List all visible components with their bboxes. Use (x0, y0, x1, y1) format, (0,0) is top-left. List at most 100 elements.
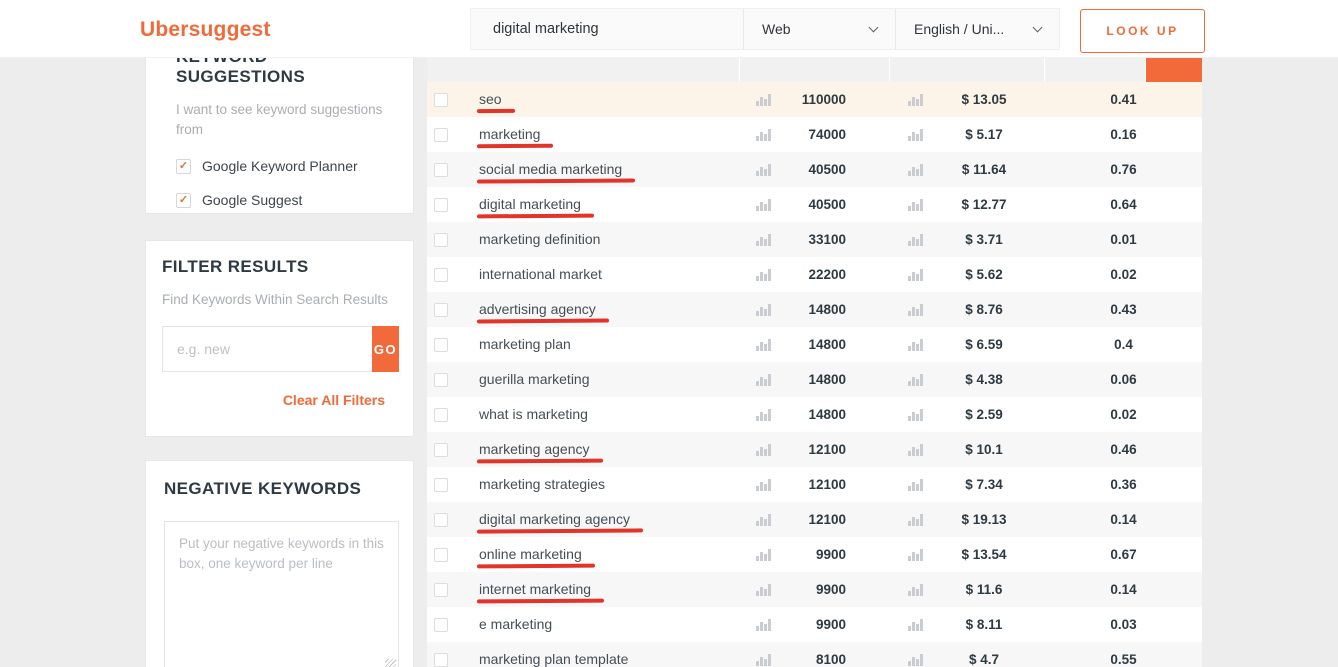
volume-chart-icon[interactable] (756, 548, 771, 561)
volume-chart-icon[interactable] (756, 373, 771, 386)
row-checkbox[interactable] (434, 198, 448, 212)
keyword-link[interactable]: marketing definition (479, 231, 600, 247)
row-checkbox[interactable] (434, 233, 448, 247)
clear-all-filters-link[interactable]: Clear All Filters (162, 392, 399, 408)
cpc-chart-icon[interactable] (908, 548, 923, 561)
row-checkbox[interactable] (434, 373, 448, 387)
volume-chart-icon[interactable] (756, 163, 771, 176)
volume-cell: 110000 (740, 92, 890, 107)
keyword-link[interactable]: online marketing (479, 546, 582, 562)
checkbox-checked-icon[interactable]: ✓ (176, 159, 191, 174)
row-checkbox[interactable] (434, 408, 448, 422)
row-checkbox-cell (427, 408, 457, 422)
keyword-link[interactable]: internet marketing (479, 581, 591, 597)
row-checkbox[interactable] (434, 303, 448, 317)
filter-input-row: GO (162, 326, 399, 372)
volume-chart-icon[interactable] (756, 93, 771, 106)
row-checkbox[interactable] (434, 128, 448, 142)
cpc-cell: $ 3.71 (890, 232, 1045, 247)
volume-chart-icon[interactable] (756, 233, 771, 246)
cpc-chart-icon[interactable] (908, 303, 923, 316)
row-checkbox[interactable] (434, 93, 448, 107)
option-google-keyword-planner[interactable]: ✓ Google Keyword Planner (176, 158, 385, 174)
keyword-cell: seo (457, 91, 740, 109)
language-dropdown[interactable]: English / Uni... (895, 9, 1059, 49)
table-row: online marketing 9900 $ 13.54 0.67 (427, 537, 1202, 572)
cpc-chart-icon[interactable] (908, 163, 923, 176)
cpc-chart-icon[interactable] (908, 653, 923, 666)
volume-chart-icon[interactable] (756, 408, 771, 421)
keyword-link[interactable]: digital marketing agency (479, 511, 630, 527)
volume-chart-icon[interactable] (756, 198, 771, 211)
volume-cell: 8100 (740, 652, 890, 667)
row-checkbox[interactable] (434, 443, 448, 457)
checkbox-checked-icon[interactable]: ✓ (176, 193, 191, 208)
row-checkbox[interactable] (434, 618, 448, 632)
row-checkbox[interactable] (434, 478, 448, 492)
row-checkbox[interactable] (434, 338, 448, 352)
keyword-link[interactable]: marketing strategies (479, 476, 605, 492)
search-type-dropdown[interactable]: Web (743, 9, 895, 49)
keyword-link[interactable]: digital marketing (479, 196, 581, 212)
row-checkbox[interactable] (434, 268, 448, 282)
volume-chart-icon[interactable] (756, 128, 771, 141)
logo[interactable]: Ubersuggest (140, 18, 271, 42)
cpc-cell: $ 8.11 (890, 617, 1045, 632)
cpc-chart-icon[interactable] (908, 373, 923, 386)
keyword-link[interactable]: marketing (479, 126, 540, 142)
row-checkbox[interactable] (434, 163, 448, 177)
row-checkbox[interactable] (434, 548, 448, 562)
cpc-chart-icon[interactable] (908, 268, 923, 281)
lookup-button[interactable]: LOOK UP (1080, 9, 1205, 53)
option-google-suggest[interactable]: ✓ Google Suggest (176, 192, 385, 208)
keyword-link[interactable]: seo (479, 91, 502, 107)
search-input[interactable] (471, 9, 743, 49)
volume-chart-icon[interactable] (756, 653, 771, 666)
cpc-chart-icon[interactable] (908, 93, 923, 106)
cpc-chart-icon[interactable] (908, 478, 923, 491)
volume-chart-icon[interactable] (756, 303, 771, 316)
volume-chart-icon[interactable] (756, 268, 771, 281)
volume-value: 110000 (771, 92, 890, 107)
keyword-link[interactable]: e marketing (479, 616, 552, 632)
volume-chart-icon[interactable] (756, 618, 771, 631)
row-checkbox[interactable] (434, 653, 448, 667)
cpc-chart-icon[interactable] (908, 513, 923, 526)
cpc-chart-icon[interactable] (908, 443, 923, 456)
keyword-link[interactable]: international market (479, 266, 602, 282)
keyword-link[interactable]: guerilla marketing (479, 371, 590, 387)
volume-chart-icon[interactable] (756, 478, 771, 491)
cpc-chart-icon[interactable] (908, 618, 923, 631)
keyword-link[interactable]: what is marketing (479, 406, 588, 422)
go-button[interactable]: GO (372, 326, 399, 372)
cpc-chart-icon[interactable] (908, 408, 923, 421)
cpc-chart-icon[interactable] (908, 198, 923, 211)
volume-chart-icon[interactable] (756, 513, 771, 526)
table-row: digital marketing agency 12100 $ 19.13 0… (427, 502, 1202, 537)
row-checkbox[interactable] (434, 513, 448, 527)
negative-keywords-textarea[interactable] (164, 521, 399, 667)
cpc-cell: $ 2.59 (890, 407, 1045, 422)
cpc-chart-icon[interactable] (908, 338, 923, 351)
keyword-link[interactable]: marketing plan template (479, 651, 628, 667)
resize-handle-icon[interactable] (385, 659, 396, 667)
cpc-chart-icon[interactable] (908, 583, 923, 596)
cpc-chart-icon[interactable] (908, 233, 923, 246)
search-type-label: Web (762, 21, 791, 37)
keyword-link[interactable]: marketing agency (479, 441, 590, 457)
volume-chart-icon[interactable] (756, 338, 771, 351)
competition-value: 0.03 (1110, 617, 1136, 632)
language-label: English / Uni... (914, 21, 1004, 37)
keyword-link[interactable]: marketing plan (479, 336, 571, 352)
volume-chart-icon[interactable] (756, 583, 771, 596)
keyword-link[interactable]: social media marketing (479, 161, 622, 177)
keyword-link[interactable]: advertising agency (479, 301, 596, 317)
volume-chart-icon[interactable] (756, 443, 771, 456)
keyword-cell: marketing plan template (457, 651, 740, 667)
cpc-chart-icon[interactable] (908, 128, 923, 141)
row-checkbox[interactable] (434, 583, 448, 597)
row-checkbox-cell (427, 198, 457, 212)
filter-input[interactable] (162, 326, 372, 372)
volume-cell: 12100 (740, 512, 890, 527)
cpc-value: $ 3.71 (923, 232, 1045, 247)
